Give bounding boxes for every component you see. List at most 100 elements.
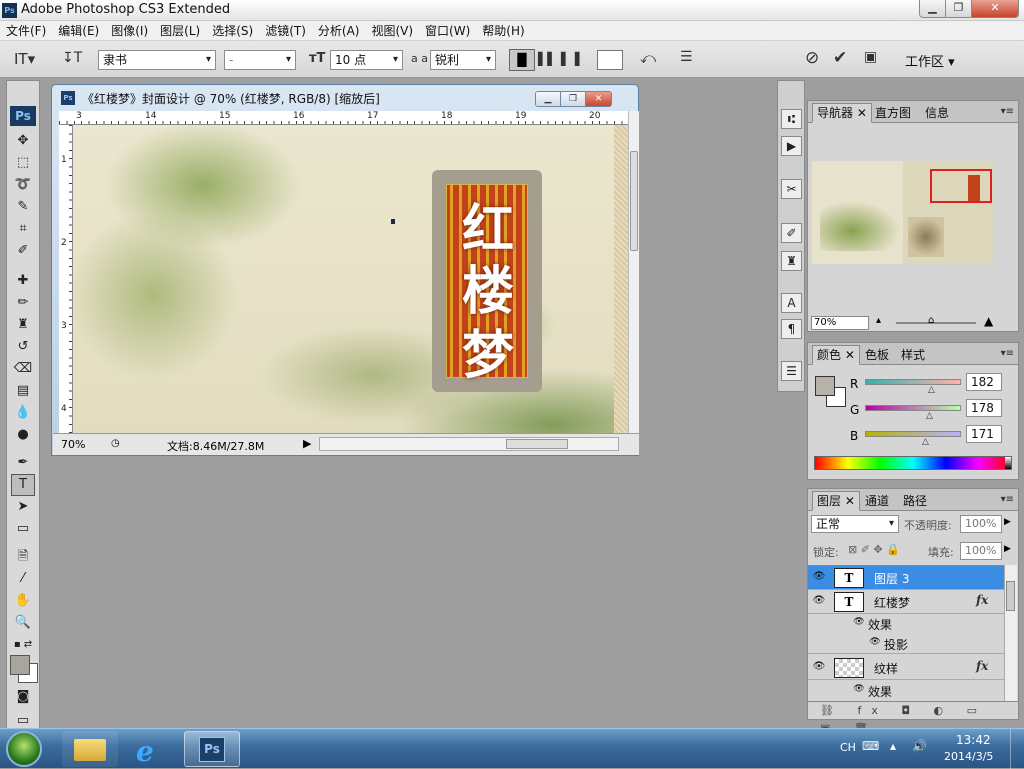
menu-edit[interactable]: 编辑(E) bbox=[52, 21, 105, 40]
layer-fx-icon[interactable]: fx bbox=[976, 593, 988, 607]
layers-bottom-toolbar[interactable]: ⛓ fx ◘ ◐ ▭ ▣ 🗑 bbox=[808, 701, 1018, 735]
menu-select[interactable]: 选择(S) bbox=[206, 21, 259, 40]
font-style-select[interactable]: - bbox=[224, 50, 296, 70]
workspace-menu[interactable]: 工作区 ▾ bbox=[905, 51, 955, 70]
lasso-tool-icon[interactable]: ➰ bbox=[7, 175, 39, 195]
navigator-thumbnail[interactable] bbox=[812, 161, 994, 264]
type-tool-icon[interactable]: T bbox=[11, 474, 35, 496]
history-panel-icon[interactable]: ⑆ bbox=[781, 109, 802, 129]
panel-menu-icon[interactable]: ▾≡ bbox=[1001, 348, 1014, 359]
menu-view[interactable]: 视图(V) bbox=[365, 21, 419, 40]
zoom-in-icon[interactable]: ▲ bbox=[984, 314, 993, 328]
layer-effect-row[interactable]: 👁 投影 bbox=[808, 634, 1004, 654]
notes-tool-icon[interactable]: 🗎 bbox=[7, 547, 39, 567]
photoshop-taskbar-button[interactable]: Ps bbox=[184, 731, 240, 767]
menu-analysis[interactable]: 分析(A) bbox=[312, 21, 366, 40]
crop-tool-icon[interactable]: ⌗ bbox=[7, 219, 39, 239]
antialias-select[interactable]: 锐利 bbox=[430, 50, 496, 70]
bridge-icon[interactable]: ▣ bbox=[864, 49, 877, 65]
lock-icons[interactable]: ⊠ ✐ ✥ 🔒 bbox=[848, 543, 900, 556]
tab-styles[interactable]: 样式 bbox=[896, 345, 930, 365]
hand-tool-icon[interactable]: ✋ bbox=[7, 591, 39, 611]
font-family-select[interactable]: 隶书 bbox=[98, 50, 216, 70]
r-value-field[interactable]: 182 bbox=[966, 373, 1002, 391]
vertical-scrollbar[interactable] bbox=[628, 111, 639, 433]
shape-tool-icon[interactable]: ▭ bbox=[7, 519, 39, 539]
tray-arrow-icon[interactable]: ▴ bbox=[890, 739, 896, 753]
clock-date[interactable]: 2014/3/5 bbox=[944, 750, 993, 763]
ie-taskbar-button[interactable]: e bbox=[122, 731, 178, 768]
magic-wand-icon[interactable]: ✎ bbox=[7, 197, 39, 217]
swap-colors-icon[interactable]: ▪ ⇄ bbox=[7, 635, 39, 655]
marquee-tool-icon[interactable]: ⬚ bbox=[7, 153, 39, 173]
align-right-icon[interactable]: ▌▐ bbox=[561, 52, 579, 66]
tab-layers[interactable]: 图层 ✕ bbox=[812, 491, 860, 511]
volume-icon[interactable]: 🔊 bbox=[912, 739, 927, 753]
align-left-icon[interactable]: ▐▌ bbox=[509, 49, 535, 71]
character-panel-icon[interactable]: ☰ bbox=[680, 49, 693, 65]
opacity-arrow-icon[interactable]: ▶ bbox=[1004, 517, 1011, 527]
navigator-zoom-field[interactable]: 70% bbox=[811, 316, 869, 330]
zoom-tool-icon[interactable]: 🔍 bbox=[7, 613, 39, 633]
show-desktop-button[interactable] bbox=[1010, 729, 1024, 769]
tool-presets-icon[interactable]: ✂ bbox=[781, 179, 802, 199]
zoom-out-icon[interactable]: ▴ bbox=[876, 315, 881, 326]
doc-restore-button[interactable]: ❐ bbox=[561, 92, 586, 106]
pen-tool-icon[interactable]: ✒ bbox=[7, 453, 39, 473]
commit-edit-icon[interactable]: ✔ bbox=[833, 48, 847, 68]
fill-field[interactable]: 100% bbox=[960, 542, 1002, 560]
visibility-eye-icon[interactable]: 👁 bbox=[812, 571, 826, 585]
clone-source-icon[interactable]: ♜ bbox=[781, 251, 802, 271]
text-orientation-icon[interactable]: ↧T bbox=[62, 50, 82, 66]
minimize-button[interactable]: ▁ bbox=[920, 0, 946, 17]
effects-eye-icon[interactable]: 👁 bbox=[852, 617, 866, 631]
gradient-tool-icon[interactable]: ▤ bbox=[7, 381, 39, 401]
doc-minimize-button[interactable]: ▁ bbox=[536, 92, 561, 106]
eyedropper-tool-icon[interactable]: ⁄ bbox=[7, 569, 39, 589]
menu-filter[interactable]: 滤镜(T) bbox=[259, 21, 312, 40]
layer-effects-row[interactable]: 👁 效果 bbox=[808, 680, 1004, 701]
character-panel-icon[interactable]: A bbox=[781, 293, 802, 313]
dodge-tool-icon[interactable]: ● bbox=[7, 425, 39, 445]
document-canvas[interactable]: 红 楼 梦 bbox=[73, 125, 628, 433]
menu-help[interactable]: 帮助(H) bbox=[476, 21, 530, 40]
navigator-zoom-slider[interactable] bbox=[896, 322, 976, 324]
warp-text-icon[interactable]: ⤺ bbox=[640, 49, 656, 67]
tab-info[interactable]: 信息 bbox=[920, 103, 954, 123]
zoom-slider-thumb[interactable]: ⌂ bbox=[928, 315, 934, 326]
menu-image[interactable]: 图像(I) bbox=[105, 21, 154, 40]
layer-fx-icon[interactable]: fx bbox=[976, 659, 988, 673]
b-slider[interactable] bbox=[865, 431, 961, 437]
layers-scrollbar[interactable] bbox=[1004, 565, 1017, 701]
tab-histogram[interactable]: 直方图 bbox=[870, 103, 916, 123]
history-brush-icon[interactable]: ↺ bbox=[7, 337, 39, 357]
document-titlebar[interactable]: Ps 《红楼梦》封面设计 @ 70% (红楼梦, RGB/8) [缩放后] ▁ … bbox=[52, 85, 638, 111]
panel-menu-icon[interactable]: ▾≡ bbox=[1001, 494, 1014, 505]
move-tool-icon[interactable]: ✥ bbox=[7, 131, 39, 151]
opacity-field[interactable]: 100% bbox=[960, 515, 1002, 533]
font-size-select[interactable]: 10 点 bbox=[330, 50, 403, 70]
clone-stamp-icon[interactable]: ♜ bbox=[7, 315, 39, 335]
ime-indicator[interactable]: CH bbox=[840, 741, 856, 754]
paragraph-panel-icon[interactable]: ¶ bbox=[781, 319, 802, 339]
effect-eye-icon[interactable]: 👁 bbox=[868, 637, 882, 651]
g-value-field[interactable]: 178 bbox=[966, 399, 1002, 417]
keyboard-icon[interactable]: ⌨ bbox=[862, 739, 879, 753]
layer-row[interactable]: 👁 T 红楼梦 fx bbox=[808, 590, 1004, 614]
eraser-tool-icon[interactable]: ⌫ bbox=[7, 359, 39, 379]
tab-channels[interactable]: 通道 bbox=[860, 491, 894, 511]
text-tool-preset-icon[interactable]: ⅠT▾ bbox=[14, 50, 35, 68]
quick-mask-icon[interactable]: ◙ bbox=[7, 687, 39, 707]
navigator-view-box[interactable] bbox=[930, 169, 992, 203]
layer-row[interactable]: 👁 纹样 fx bbox=[808, 656, 1004, 680]
menu-file[interactable]: 文件(F) bbox=[0, 21, 52, 40]
tab-color[interactable]: 颜色 ✕ bbox=[812, 345, 860, 365]
clock-time[interactable]: 13:42 bbox=[956, 733, 991, 747]
r-slider[interactable] bbox=[865, 379, 961, 385]
visibility-eye-icon[interactable]: 👁 bbox=[812, 661, 826, 675]
brush-tool-icon[interactable]: ✏ bbox=[7, 293, 39, 313]
align-center-icon[interactable]: ▌▌ bbox=[538, 52, 556, 66]
restore-button[interactable]: ❐ bbox=[946, 0, 972, 17]
fill-arrow-icon[interactable]: ▶ bbox=[1004, 544, 1011, 554]
blur-tool-icon[interactable]: 💧 bbox=[7, 403, 39, 423]
